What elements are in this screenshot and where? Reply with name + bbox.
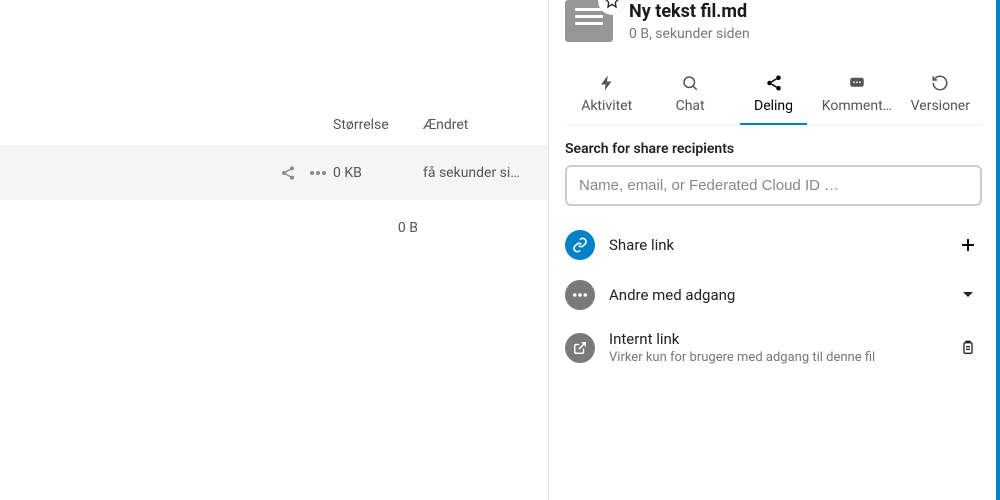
others-with-access-row[interactable]: Andre med adgang bbox=[565, 270, 982, 320]
share-icon[interactable] bbox=[273, 165, 303, 181]
share-search-label: Search for share recipients bbox=[565, 141, 982, 157]
detail-header: Ny tekst fil.md 0 B, sekunder siden bbox=[565, 0, 982, 52]
file-list-summary: 0 B bbox=[0, 200, 548, 236]
internal-link-title: Internt link bbox=[609, 330, 940, 348]
lightning-icon bbox=[598, 74, 616, 92]
link-icon bbox=[565, 230, 595, 260]
tab-activity[interactable]: Aktivitet bbox=[565, 66, 648, 124]
internal-link-row: Internt link Virker kun for brugere med … bbox=[565, 320, 982, 375]
tab-chat[interactable]: Chat bbox=[648, 66, 731, 124]
tab-label: Deling bbox=[734, 98, 813, 114]
tab-label: Versioner bbox=[901, 98, 980, 114]
file-subtitle: 0 B, sekunder siden bbox=[629, 26, 982, 42]
comment-icon bbox=[848, 74, 866, 92]
details-pane: Ny tekst fil.md 0 B, sekunder siden Akti… bbox=[548, 0, 998, 500]
file-size: 0 KB bbox=[333, 165, 423, 181]
file-list-pane: Størrelse Ændret 0 KB få sekunder si… 0 … bbox=[0, 0, 548, 500]
tab-label: Komment… bbox=[817, 98, 896, 114]
file-title: Ny tekst fil.md bbox=[629, 1, 982, 22]
more-icon[interactable] bbox=[303, 171, 333, 175]
file-row[interactable]: 0 KB få sekunder si… bbox=[0, 145, 548, 200]
tab-comments[interactable]: Komment… bbox=[815, 66, 898, 124]
search-icon bbox=[681, 74, 699, 92]
copy-internal-link-button[interactable] bbox=[954, 334, 982, 362]
more-icon bbox=[565, 280, 595, 310]
file-modified: få sekunder si… bbox=[423, 165, 523, 181]
internal-link-subtitle: Virker kun for brugere med adgang til de… bbox=[609, 350, 940, 365]
file-list-headers: Størrelse Ændret bbox=[0, 105, 548, 145]
share-link-row[interactable]: Share link bbox=[565, 220, 982, 270]
share-icon bbox=[765, 74, 783, 92]
scrollbar[interactable] bbox=[996, 0, 1000, 500]
header-size[interactable]: Størrelse bbox=[333, 117, 423, 133]
header-modified[interactable]: Ændret bbox=[423, 117, 523, 133]
detail-tabs: Aktivitet Chat Deling Komment… Versioner bbox=[565, 66, 982, 125]
history-icon bbox=[931, 74, 949, 92]
add-share-link-button[interactable] bbox=[954, 231, 982, 259]
share-list: Share link Andre med adgang Internt link bbox=[565, 220, 982, 375]
expand-others-button[interactable] bbox=[954, 281, 982, 309]
tab-sharing[interactable]: Deling bbox=[732, 66, 815, 124]
others-with-access-label: Andre med adgang bbox=[609, 286, 940, 304]
share-link-label: Share link bbox=[609, 236, 940, 254]
external-link-icon bbox=[565, 333, 595, 363]
tab-label: Aktivitet bbox=[567, 98, 646, 114]
tab-label: Chat bbox=[650, 98, 729, 114]
file-type-icon bbox=[565, 0, 613, 42]
share-search-input[interactable] bbox=[565, 165, 982, 206]
tab-versions[interactable]: Versioner bbox=[899, 66, 982, 124]
